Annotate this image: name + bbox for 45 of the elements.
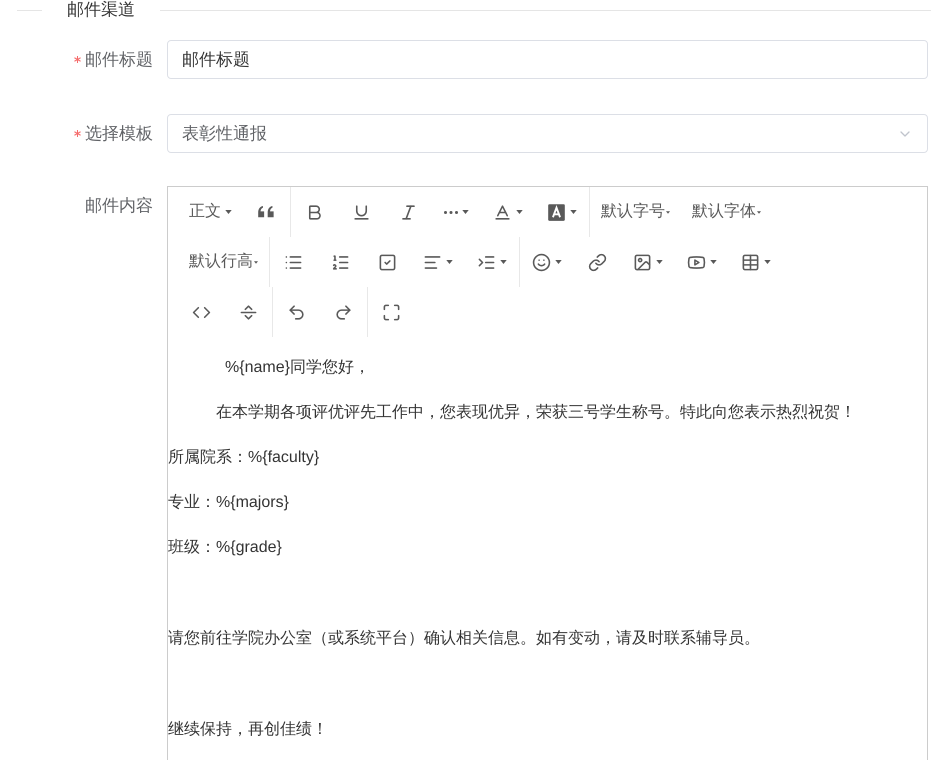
- caret-icon: [710, 260, 717, 264]
- section-title: 邮件渠道: [66, 0, 136, 20]
- paragraph: 所属院系：%{faculty}: [168, 448, 320, 468]
- caret-icon: [500, 260, 507, 264]
- field-label: 邮件标题: [85, 48, 153, 71]
- caret-icon: [656, 260, 663, 264]
- more-icon: [444, 210, 458, 214]
- numbered-list-icon: [331, 252, 350, 272]
- paragraph: 继续保持，再创佳绩！: [168, 720, 329, 740]
- fullscreen-icon: [382, 302, 401, 322]
- caret-icon: [555, 260, 562, 264]
- select-field[interactable]: 表彰性通报: [167, 114, 928, 153]
- caret-icon: [254, 260, 258, 264]
- field-label: 邮件内容: [85, 195, 153, 217]
- table-icon: [741, 252, 760, 272]
- input-field[interactable]: 邮件标题: [167, 40, 928, 79]
- italic-icon: [399, 202, 418, 222]
- caret-icon: [757, 210, 761, 214]
- paragraph: 请您前往学院办公室（或系统平台）确认相关信息。如有变动，请及时联系辅导员。: [168, 628, 761, 649]
- caret-icon: [446, 260, 453, 264]
- paragraph: 班级：%{grade}: [168, 538, 283, 558]
- underline-icon: [352, 202, 371, 222]
- background-color-icon: [547, 202, 566, 222]
- caret-icon: [462, 210, 469, 214]
- link-icon: [588, 252, 607, 272]
- caret-icon: [516, 210, 523, 214]
- caret-icon: [764, 260, 771, 264]
- toolbar-dropdown[interactable]: 默认字体: [681, 187, 772, 237]
- emoji-icon: [532, 252, 551, 272]
- redo-icon: [334, 302, 353, 322]
- field-label: 选择模板: [85, 122, 153, 145]
- toolbar-dropdown[interactable]: 默认行高: [178, 237, 269, 287]
- font-color-icon: [493, 202, 512, 222]
- paragraph: %{name}同学您好，: [224, 358, 371, 378]
- paragraph: 在本学期各项评优评先工作中，您表现优异，荣获三号学生称号。特此向您表示热烈祝贺！: [215, 402, 857, 423]
- image-icon: [633, 252, 652, 272]
- caret-icon: [570, 210, 577, 214]
- caret-icon: [666, 210, 670, 214]
- caret-icon: [225, 210, 232, 214]
- toolbar-dropdown[interactable]: 正文: [178, 187, 243, 237]
- checkbox-icon: [378, 252, 397, 272]
- divider-icon: [239, 302, 258, 322]
- undo-icon: [287, 302, 306, 322]
- toolbar-dropdown[interactable]: 默认字号: [590, 187, 681, 237]
- paragraph: 专业：%{majors}: [168, 492, 290, 513]
